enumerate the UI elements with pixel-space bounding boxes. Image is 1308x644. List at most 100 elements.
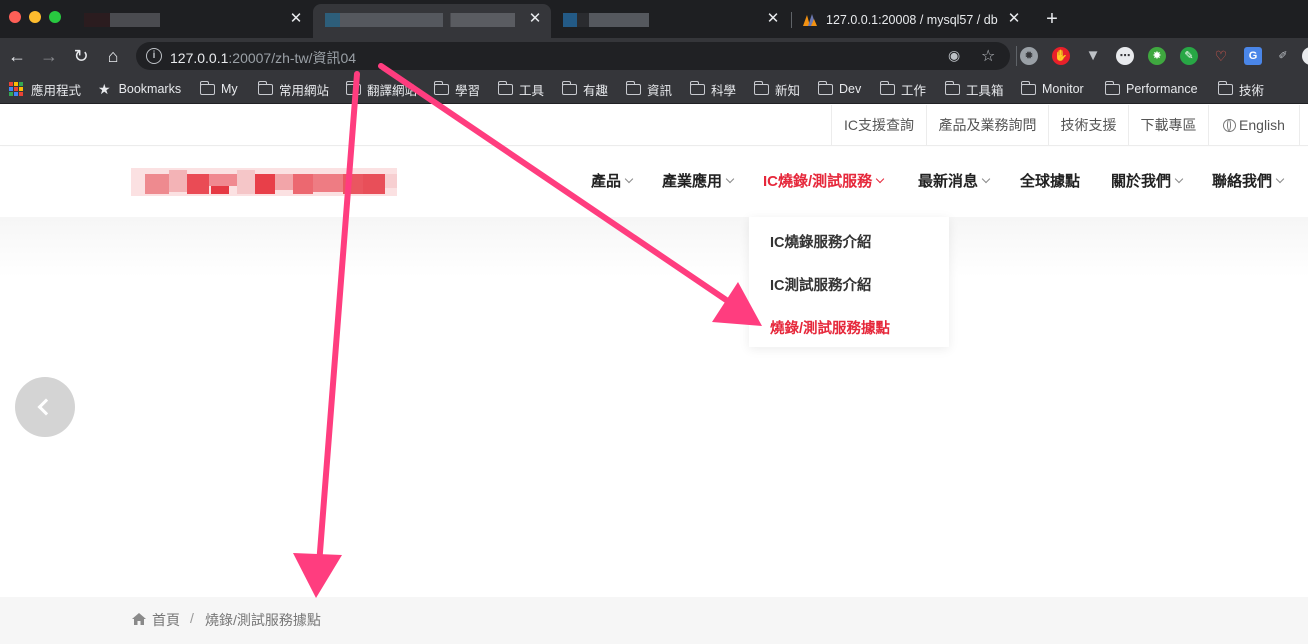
breadcrumb-home[interactable]: 首頁 — [152, 610, 180, 630]
home-icon — [131, 612, 147, 626]
nav-products[interactable]: 產品 — [591, 171, 634, 193]
bug-extension-icon[interactable]: ✸ — [1148, 47, 1166, 65]
browser-tab-1[interactable]: ✕ — [70, 4, 310, 38]
nav-industry-applications[interactable]: 產業應用 — [662, 171, 735, 193]
dropdown-item-programming-service[interactable]: IC燒錄服務介紹 — [770, 231, 872, 252]
bookmark-item[interactable]: Monitor — [1020, 80, 1084, 97]
bookmark-item[interactable]: 新知 — [753, 80, 801, 98]
folder-icon — [433, 80, 449, 95]
folder-icon — [257, 80, 273, 95]
site-info-icon[interactable]: i — [146, 48, 162, 64]
screenshot-root: ✕ ✕ ✕ 127.0.0.1:20008 / mysql57 / db ✕ +… — [0, 0, 1308, 644]
bookmark-label: 應用程式 — [31, 83, 82, 98]
folder-icon — [1217, 80, 1233, 95]
pen-extension-icon[interactable]: ✐ — [1274, 47, 1292, 65]
bookmark-item[interactable]: 工作 — [879, 80, 926, 98]
browser-toolbar: ← → ↻ ⌂ i 127.0.0.1:20007/zh-tw/資訊04 ◉ ☆… — [0, 38, 1308, 74]
address-bar[interactable]: i 127.0.0.1:20007/zh-tw/資訊04 ◉ ☆ — [136, 42, 1010, 70]
browser-tab-2[interactable]: ✕ — [313, 4, 551, 38]
bookmark-item[interactable]: 技術 — [1217, 80, 1265, 98]
product-inquiry-link[interactable]: 產品及業務詢問 — [926, 105, 1048, 146]
language-switch[interactable]: English — [1208, 105, 1300, 146]
chevron-down-icon — [1275, 174, 1285, 184]
star-icon: ★ — [98, 80, 111, 97]
window-zoom-button[interactable] — [49, 11, 61, 23]
folder-icon — [753, 80, 769, 95]
adblock-extension-icon[interactable]: ✋ — [1052, 47, 1070, 65]
eye-icon[interactable]: ◉ — [948, 47, 960, 64]
google-translate-extension-icon[interactable]: G — [1244, 47, 1262, 65]
tab-close-icon[interactable]: ✕ — [288, 11, 304, 27]
tab-separator — [791, 12, 792, 28]
folder-icon — [1104, 80, 1120, 95]
bookmark-item[interactable]: 有趣 — [561, 80, 609, 98]
chevron-down-icon — [1174, 174, 1184, 184]
redacted-tab-title — [563, 13, 649, 27]
forward-button[interactable]: → — [38, 45, 60, 67]
back-button[interactable]: ← — [6, 45, 28, 67]
tab-title: 127.0.0.1:20008 / mysql57 / db — [826, 13, 998, 27]
browser-tab-strip: ✕ ✕ ✕ 127.0.0.1:20008 / mysql57 / db ✕ + — [0, 0, 1308, 38]
dropdown-item-testing-service[interactable]: IC測試服務介紹 — [770, 274, 872, 295]
chevron-down-icon — [981, 174, 991, 184]
bookmark-label: Performance — [1126, 82, 1198, 96]
bookmark-item[interactable]: ★ Bookmarks — [98, 81, 181, 97]
bookmark-item[interactable]: 學習 — [433, 80, 480, 98]
bookmark-label: 資訊 — [647, 83, 673, 98]
window-minimize-button[interactable] — [29, 11, 41, 23]
nav-news[interactable]: 最新消息 — [918, 171, 991, 193]
bookmark-label: 常用網站 — [279, 83, 330, 98]
bookmark-star-icon[interactable]: ☆ — [981, 46, 995, 66]
globe-icon — [1223, 119, 1237, 132]
vue-devtools-extension-icon[interactable]: ▼ — [1084, 47, 1102, 65]
bookmark-label: 工具箱 — [966, 83, 1004, 98]
nav-contact-us[interactable]: 聯絡我們 — [1212, 171, 1285, 193]
nav-ic-services[interactable]: IC燒錄/測試服務 — [763, 171, 885, 193]
folder-icon — [561, 80, 577, 95]
nav-about-us[interactable]: 關於我們 — [1111, 171, 1184, 193]
tab-close-icon[interactable]: ✕ — [1006, 11, 1022, 27]
evernote-extension-icon[interactable]: ✎ — [1180, 47, 1198, 65]
slider-prev-button[interactable] — [15, 377, 75, 437]
window-close-button[interactable] — [9, 11, 21, 23]
profile-avatar[interactable] — [1302, 47, 1308, 65]
dots-extension-icon[interactable]: ⋯ — [1116, 47, 1134, 65]
bookmark-item[interactable]: 工具 — [497, 80, 544, 98]
bookmark-item[interactable]: 科學 — [689, 80, 736, 98]
bookmark-item[interactable]: My — [199, 80, 238, 97]
tab-close-icon[interactable]: ✕ — [527, 11, 543, 27]
folder-icon — [625, 80, 641, 95]
bookmark-label: 技術 — [1239, 83, 1265, 98]
bookmark-item[interactable]: 資訊 — [625, 80, 673, 98]
bookmark-item[interactable]: 常用網站 — [257, 80, 330, 98]
bookmark-item[interactable]: Performance — [1104, 80, 1198, 97]
browser-tab-3[interactable]: ✕ — [553, 4, 789, 38]
bookmark-label: 新知 — [775, 83, 801, 98]
header-shadow — [0, 217, 1308, 277]
home-button[interactable]: ⌂ — [102, 45, 124, 67]
bookmark-label: 有趣 — [583, 83, 609, 98]
pocket-extension-icon[interactable]: ♡ — [1212, 47, 1230, 65]
bookmark-item[interactable]: Dev — [817, 80, 862, 97]
download-link[interactable]: 下載專區 — [1128, 105, 1208, 146]
bookmark-item[interactable]: 翻譯網站 — [345, 80, 417, 98]
folder-icon — [817, 80, 833, 95]
tab-close-icon[interactable]: ✕ — [765, 11, 781, 27]
bookmark-label: Dev — [839, 82, 862, 96]
browser-tab-4[interactable]: 127.0.0.1:20008 / mysql57 / db ✕ — [794, 4, 1030, 38]
site-header: 產品 產業應用 IC燒錄/測試服務 最新消息 全球據點 關於我們 聯絡我們 — [0, 147, 1308, 217]
address-url: 127.0.0.1:20007/zh-tw/資訊04 — [170, 50, 357, 66]
new-tab-button[interactable]: + — [1042, 9, 1062, 29]
bookmark-item[interactable]: 應用程式 — [9, 81, 82, 98]
dropdown-item-service-locations[interactable]: 燒錄/測試服務據點 — [770, 317, 890, 338]
chevron-down-icon — [725, 174, 735, 184]
site-logo[interactable] — [131, 160, 397, 204]
nav-global-locations[interactable]: 全球據點 — [1020, 171, 1080, 193]
redacted-tab-title — [110, 13, 160, 27]
bookmark-item[interactable]: 工具箱 — [944, 80, 1004, 98]
tech-support-link[interactable]: 技術支援 — [1048, 105, 1128, 146]
gear-extension-icon[interactable]: ✹ — [1020, 47, 1038, 65]
reload-button[interactable]: ↻ — [70, 45, 92, 67]
site-utility-bar: IC支援查詢 產品及業務詢問 技術支援 下載專區 English — [0, 105, 1308, 146]
ic-support-link[interactable]: IC支援查詢 — [831, 105, 926, 146]
